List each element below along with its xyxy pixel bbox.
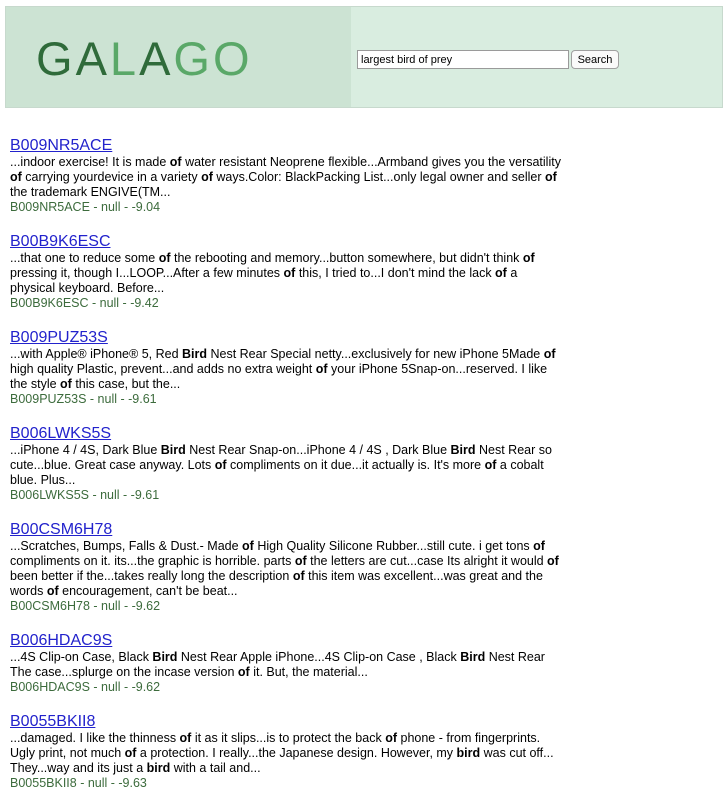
snippet-highlight: bird	[456, 746, 481, 760]
snippet-highlight: of	[283, 266, 296, 280]
snippet-highlight: of	[169, 155, 182, 169]
result-snippet: ...damaged. I like the thinness of it as…	[10, 731, 565, 776]
result-item: B009NR5ACE ...indoor exercise! It is made…	[10, 136, 565, 215]
result-meta: B006HDAC9S - null - -9.62	[10, 680, 161, 694]
snippet-highlight: of	[46, 584, 59, 598]
snippet-text: ...iPhone 4 / 4S, Dark Blue	[10, 443, 161, 457]
snippet-text: Nest Rear Special netty...exclusively fo…	[207, 347, 544, 361]
snippet-highlight: of	[124, 746, 137, 760]
logo-letter: A	[139, 32, 174, 85]
snippet-text: it as it slips...is to protect the back	[191, 731, 386, 745]
snippet-highlight: of	[10, 170, 22, 184]
result-snippet: ...with Apple® iPhone® 5, Red Bird Nest …	[10, 347, 565, 392]
logo-letter: G	[36, 32, 76, 85]
snippet-text: ways.Color: BlackPacking List...only leg…	[212, 170, 545, 184]
snippet-highlight: of	[385, 731, 398, 745]
snippet-text: the letters are cut...case Its alright i…	[306, 554, 548, 568]
snippet-highlight: of	[158, 251, 171, 265]
snippet-highlight: Bird	[182, 347, 207, 361]
result-snippet: ...indoor exercise! It is made of water …	[10, 155, 565, 200]
snippet-highlight: of	[294, 554, 307, 568]
snippet-highlight: Bird	[152, 650, 178, 664]
search-input[interactable]	[357, 50, 569, 69]
logo-area: GALAGO	[6, 7, 351, 107]
snippet-text: it. But, the material...	[249, 665, 368, 679]
snippet-text: ...indoor exercise! It is made	[10, 155, 170, 169]
snippet-highlight: bird	[146, 761, 171, 775]
snippet-text: ...damaged. I like the thinness	[10, 731, 180, 745]
result-title-link[interactable]: B006LWKS5S	[10, 424, 565, 443]
snippet-highlight: of	[495, 266, 507, 280]
result-item: B009PUZ53S ...with Apple® iPhone® 5, Red …	[10, 328, 565, 407]
snippet-text: this case, but the...	[71, 377, 181, 391]
header-bar: GALAGO Search	[5, 6, 723, 108]
result-snippet: ...4S Clip-on Case, Black Bird Nest Rear…	[10, 650, 565, 680]
result-title-link[interactable]: B009PUZ53S	[10, 328, 565, 347]
snippet-text: pressing it, though I...LOOP...After a f…	[10, 266, 284, 280]
galago-logo[interactable]: GALAGO	[36, 31, 253, 87]
snippet-text: carrying yourdevice in a variety	[21, 170, 202, 184]
result-title-link[interactable]: B00CSM6H78	[10, 520, 565, 539]
snippet-highlight: of	[292, 569, 305, 583]
snippet-highlight: of	[201, 170, 213, 184]
snippet-highlight: of	[543, 347, 556, 361]
result-title-link[interactable]: B00B9K6ESC	[10, 232, 565, 251]
snippet-highlight: of	[242, 539, 254, 553]
snippet-text: the rebooting and memory...button somewh…	[170, 251, 523, 265]
snippet-highlight: of	[533, 539, 545, 553]
snippet-highlight: of	[179, 731, 192, 745]
snippet-text: compliments on it. its...the graphic is …	[10, 554, 295, 568]
result-meta: B0055BKII8 - null - -9.63	[10, 776, 147, 790]
result-item: B0055BKII8 ...damaged. I like the thinnes…	[10, 712, 565, 791]
result-meta: B009PUZ53S - null - -9.61	[10, 392, 157, 406]
snippet-text: ...4S Clip-on Case, Black	[10, 650, 153, 664]
result-item: B00B9K6ESC ...that one to reduce some of …	[10, 232, 565, 311]
snippet-highlight: of	[522, 251, 535, 265]
result-item: B006LWKS5S ...iPhone 4 / 4S, Dark Blue Bi…	[10, 424, 565, 503]
snippet-highlight: of	[60, 377, 72, 391]
logo-letter: A	[75, 32, 110, 85]
snippet-text: High Quality Silicone Rubber...still cut…	[253, 539, 534, 553]
result-meta: B00B9K6ESC - null - -9.42	[10, 296, 159, 310]
snippet-text: ...Scratches, Bumps, Falls & Dust.- Made	[10, 539, 243, 553]
snippet-highlight: of	[484, 458, 497, 472]
snippet-highlight: Bird	[160, 443, 186, 457]
snippet-highlight: of	[315, 362, 328, 376]
result-meta: B009NR5ACE - null - -9.04	[10, 200, 161, 214]
snippet-text: high quality Plastic, prevent...and adds…	[10, 362, 316, 376]
result-snippet: ...that one to reduce some of the reboot…	[10, 251, 565, 296]
snippet-highlight: of	[547, 554, 559, 568]
result-meta: B006LWKS5S - null - -9.61	[10, 488, 160, 502]
search-button[interactable]: Search	[571, 50, 619, 69]
snippet-text: Nest Rear Snap-on...iPhone 4 / 4S , Dark…	[185, 443, 451, 457]
snippet-text: with a tail and...	[170, 761, 261, 775]
snippet-highlight: Bird	[450, 443, 476, 457]
snippet-text: encouragement, can't be beat...	[58, 584, 238, 598]
snippet-highlight: of	[237, 665, 250, 679]
snippet-highlight: of	[544, 170, 557, 184]
result-meta: B00CSM6H78 - null - -9.62	[10, 599, 161, 613]
snippet-text: Nest Rear Apple iPhone...4S Clip-on Case…	[177, 650, 461, 664]
snippet-text: water resistant Neoprene flexible...Armb…	[181, 155, 561, 169]
result-title-link[interactable]: B006HDAC9S	[10, 631, 565, 650]
result-item: B00CSM6H78 ...Scratches, Bumps, Falls & D…	[10, 520, 565, 614]
logo-letter: G	[173, 32, 213, 85]
snippet-highlight: of	[214, 458, 227, 472]
snippet-text: a protection. I really...the Japanese de…	[136, 746, 457, 760]
snippet-text: the trademark ENGIVE(TM...	[10, 185, 171, 199]
result-item: B006HDAC9S ...4S Clip-on Case, Black Bird…	[10, 631, 565, 695]
snippet-text: been better if the...takes really long t…	[10, 569, 293, 583]
result-title-link[interactable]: B009NR5ACE	[10, 136, 565, 155]
snippet-text: ...that one to reduce some	[10, 251, 159, 265]
result-title-link[interactable]: B0055BKII8	[10, 712, 565, 731]
result-snippet: ...Scratches, Bumps, Falls & Dust.- Made…	[10, 539, 565, 599]
result-snippet: ...iPhone 4 / 4S, Dark Blue Bird Nest Re…	[10, 443, 565, 488]
snippet-text: this, I tried to...I don't mind the lack	[295, 266, 496, 280]
snippet-text: ...with Apple® iPhone® 5, Red	[10, 347, 182, 361]
results-list: B009NR5ACE ...indoor exercise! It is made…	[10, 136, 565, 808]
logo-letter: O	[212, 32, 253, 85]
logo-letter: L	[109, 32, 140, 85]
snippet-text: compliments on it due...it actually is. …	[226, 458, 485, 472]
snippet-highlight: Bird	[460, 650, 486, 664]
